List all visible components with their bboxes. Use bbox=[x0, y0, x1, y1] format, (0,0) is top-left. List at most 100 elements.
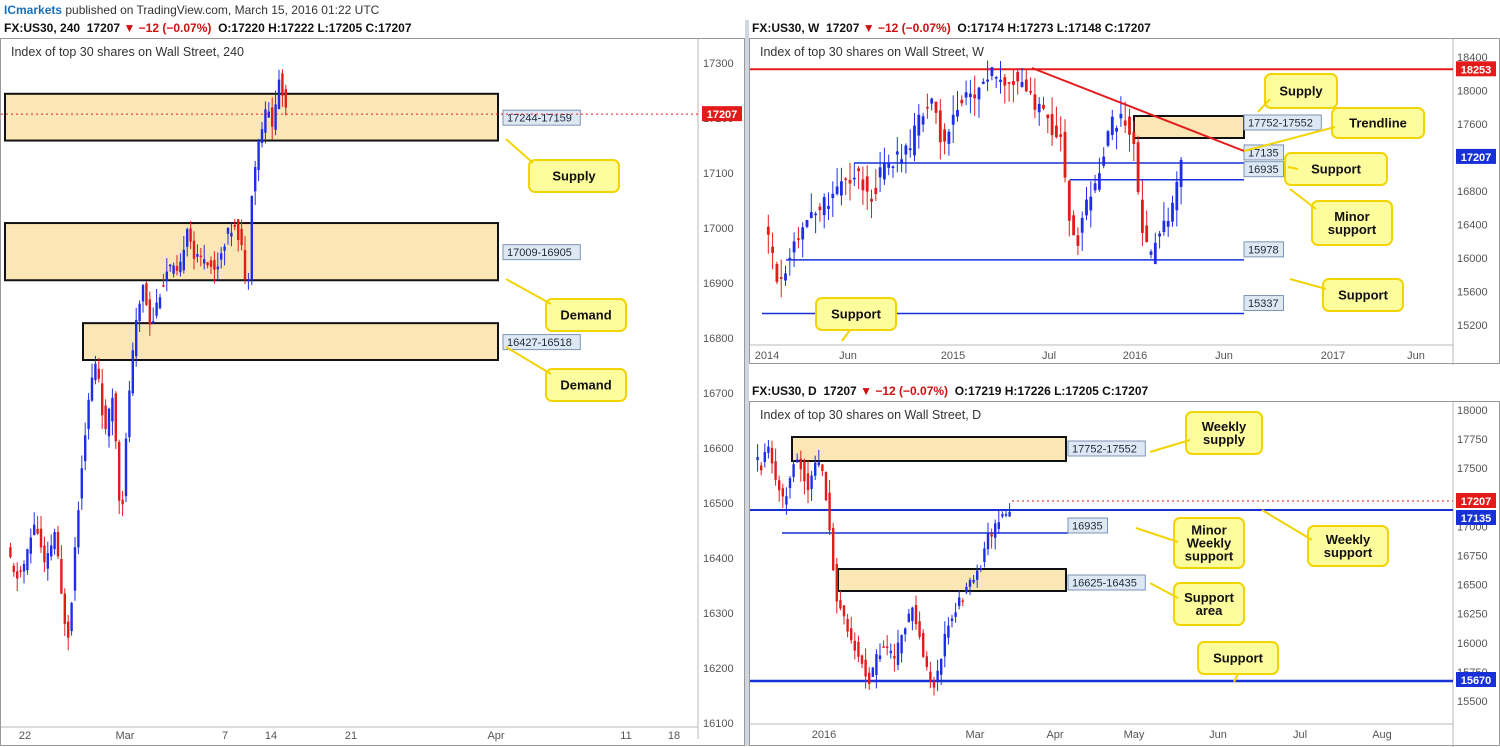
level-label-tag-text: 16935 bbox=[1248, 164, 1279, 176]
brand-link[interactable]: ICmarkets bbox=[4, 3, 62, 17]
callout-supply-text: Supply bbox=[552, 169, 596, 184]
w-candle-body bbox=[1020, 82, 1024, 87]
d-candle-body bbox=[983, 548, 986, 562]
d-candle-body bbox=[850, 628, 853, 641]
w-candle-body bbox=[969, 93, 972, 98]
y-tick-label: 18000 bbox=[1457, 405, 1488, 417]
d-candle-body bbox=[929, 671, 932, 681]
w-candle-body bbox=[1136, 142, 1140, 193]
w-candle-body bbox=[1037, 103, 1041, 113]
h4-candle-body bbox=[172, 265, 175, 274]
h4-candle-body bbox=[189, 228, 192, 242]
w-candle-body bbox=[848, 179, 852, 184]
callout-1-text: support bbox=[1185, 549, 1234, 564]
y-tick-label: 17500 bbox=[1457, 463, 1488, 475]
w-candle-body bbox=[1102, 156, 1106, 166]
callout-pointer bbox=[1135, 527, 1179, 543]
d-candle-body bbox=[767, 446, 770, 453]
w-candle-body bbox=[938, 110, 942, 143]
current-price-badge-text: 17207 bbox=[1461, 496, 1492, 508]
w-candle-body bbox=[895, 151, 899, 155]
h4-candle-body bbox=[220, 253, 223, 260]
h4-candle-body bbox=[175, 266, 179, 271]
w-candle-body bbox=[913, 125, 916, 156]
w-candle-body bbox=[921, 116, 925, 125]
h4-candle-body bbox=[257, 140, 260, 171]
h4-candle-body bbox=[16, 571, 19, 579]
d-candle-body bbox=[763, 451, 766, 463]
w-candle-body bbox=[827, 205, 830, 209]
symbol-line-daily: FX:US30, D 17207 ▼ −12 (−0.07%) O:17219 … bbox=[752, 384, 1149, 398]
w-candle-body bbox=[943, 129, 946, 142]
callout-pointer bbox=[1289, 278, 1327, 290]
d-candle-body bbox=[860, 655, 864, 664]
d-candle-body bbox=[814, 462, 817, 476]
d-candle-body bbox=[828, 492, 831, 531]
h4-candle-body bbox=[114, 393, 117, 442]
d-candle-body bbox=[918, 621, 921, 637]
w-candle-body bbox=[1063, 131, 1067, 178]
d-candle-body bbox=[886, 646, 889, 648]
h4-candle-body bbox=[101, 383, 104, 416]
h4-candle-body bbox=[243, 250, 247, 280]
h4-candle-body bbox=[104, 405, 107, 430]
current-price-badge-text: 17207 bbox=[1461, 152, 1492, 164]
callout-5-text: Support bbox=[831, 307, 881, 322]
w-candle-body bbox=[874, 187, 878, 194]
h4-candle-body bbox=[36, 528, 39, 534]
x-tick-label: 18 bbox=[668, 730, 680, 742]
zone-label-tag-text: 16427-16518 bbox=[507, 337, 572, 349]
chart-panel-weekly[interactable]: Index of top 30 shares on Wall Street, W… bbox=[749, 38, 1500, 365]
h4-candle-body bbox=[19, 570, 22, 572]
h4-candle-body bbox=[274, 104, 277, 130]
h4-candle-body bbox=[145, 283, 148, 305]
w-candle-body bbox=[788, 257, 792, 260]
y-tick-label: 15500 bbox=[1457, 696, 1488, 708]
chart-panel-daily[interactable]: Index of top 30 shares on Wall Street, D… bbox=[749, 401, 1500, 747]
y-tick-label: 16500 bbox=[703, 498, 734, 510]
d-candle-body bbox=[994, 523, 997, 538]
h4-candle-body bbox=[213, 260, 216, 270]
d-candle-body bbox=[760, 465, 763, 471]
h4-candle-body bbox=[107, 408, 111, 437]
h4-candle-body bbox=[199, 255, 202, 258]
x-tick-label: Apr bbox=[487, 730, 504, 742]
x-tick-label: Mar bbox=[966, 729, 985, 741]
h4-candle-body bbox=[209, 260, 213, 267]
d-candle-body bbox=[972, 579, 975, 583]
w-candle-body bbox=[1166, 221, 1170, 227]
callout-demand-text: Demand bbox=[560, 308, 611, 323]
d-candle-body bbox=[842, 605, 846, 617]
x-tick-label: Jun bbox=[1209, 729, 1227, 741]
w-candle-body bbox=[1093, 183, 1097, 191]
callout-pointer bbox=[1289, 188, 1317, 210]
x-tick-label: 21 bbox=[345, 730, 357, 742]
callout-4-text: Support bbox=[1213, 651, 1263, 666]
h4-candle-body bbox=[50, 545, 53, 557]
h4-candle-body bbox=[162, 285, 165, 287]
w-candle-body bbox=[1012, 81, 1015, 85]
level-label-tag-text: 15978 bbox=[1248, 244, 1279, 256]
w-candle-body bbox=[934, 101, 938, 113]
w-candle-body bbox=[1153, 242, 1157, 265]
symbol-line-h4: FX:US30, 240 17207 ▼ −12 (−0.07%) O:1722… bbox=[4, 21, 412, 35]
h4-candle-body bbox=[165, 271, 168, 281]
w-candle-body bbox=[805, 220, 809, 227]
w-candle-body bbox=[1029, 91, 1032, 93]
supply-demand-zone bbox=[82, 322, 499, 361]
x-tick-label: 11 bbox=[620, 730, 631, 742]
w-candle-body bbox=[1179, 159, 1183, 187]
h4-candle-body bbox=[250, 195, 253, 281]
d-candle-body bbox=[821, 464, 824, 471]
w-candle-body bbox=[814, 213, 817, 216]
x-tick-label: 2016 bbox=[812, 729, 836, 741]
d-candle-body bbox=[914, 605, 918, 625]
h4-candle-body bbox=[203, 259, 206, 264]
level-label-tag-text: 16935 bbox=[1072, 521, 1103, 533]
chart-panel-h4[interactable]: Index of top 30 shares on Wall Street, 2… bbox=[0, 38, 745, 746]
weekly-supply-zone bbox=[791, 436, 1067, 462]
y-tick-label: 17000 bbox=[703, 223, 734, 235]
w-candle-body bbox=[1141, 199, 1144, 233]
h4-candle-body bbox=[80, 468, 83, 499]
y-tick-label: 16800 bbox=[1457, 186, 1488, 198]
